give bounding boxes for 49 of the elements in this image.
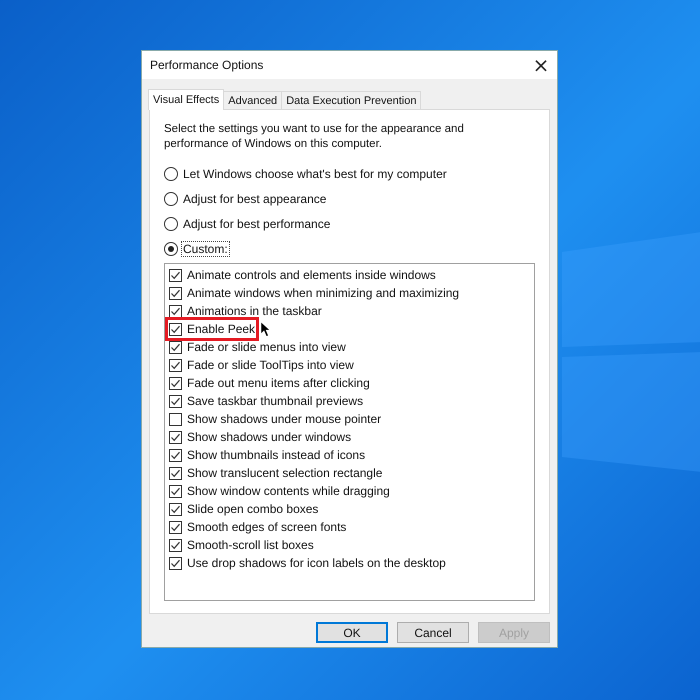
radio-label[interactable]: Let Windows choose what's best for my computer <box>181 166 449 182</box>
radio-label[interactable]: Adjust for best appearance <box>181 191 328 207</box>
checkbox[interactable] <box>169 556 182 570</box>
close-button[interactable]: × <box>525 51 557 79</box>
radio-label[interactable]: Custom: <box>181 241 230 257</box>
checkbox[interactable] <box>169 430 182 444</box>
checkbox-label[interactable]: Smooth edges of screen fonts <box>187 520 346 534</box>
checkbox-label[interactable]: Show translucent selection rectangle <box>187 466 382 480</box>
checkbox[interactable] <box>169 394 182 408</box>
tab[interactable]: Visual Effects <box>148 89 224 110</box>
checkbox[interactable] <box>169 268 182 282</box>
checkbox[interactable] <box>169 520 182 534</box>
dialog-button[interactable]: OK <box>316 622 388 643</box>
checkbox[interactable] <box>169 286 182 300</box>
checkbox[interactable] <box>169 448 182 462</box>
checkbox-label[interactable]: Fade out menu items after clicking <box>187 376 370 390</box>
checkbox[interactable] <box>169 502 182 516</box>
radio-button[interactable] <box>164 242 178 256</box>
tab[interactable]: Data Execution Prevention <box>281 91 422 109</box>
checkbox[interactable] <box>169 538 182 552</box>
checkbox[interactable] <box>169 412 182 426</box>
checkbox-label[interactable]: Animate controls and elements inside windows <box>187 268 436 282</box>
checkbox-label[interactable]: Smooth-scroll list boxes <box>187 538 314 552</box>
checkbox[interactable] <box>169 358 182 372</box>
checkbox-label[interactable]: Show thumbnails instead of icons <box>187 448 366 462</box>
checkbox[interactable] <box>169 340 182 354</box>
radio-button[interactable] <box>164 167 178 181</box>
checkbox-label[interactable]: Enable Peek <box>187 322 256 336</box>
checkbox-label[interactable]: Fade or slide ToolTips into view <box>187 358 354 372</box>
checkbox[interactable] <box>169 466 182 480</box>
checkbox[interactable] <box>169 304 182 318</box>
checkbox-label[interactable]: Animations in the taskbar <box>187 304 322 318</box>
checkbox[interactable] <box>169 484 182 498</box>
radio-label[interactable]: Adjust for best performance <box>181 216 332 232</box>
checkbox-label[interactable]: Show window contents while dragging <box>187 484 390 498</box>
checkbox-label[interactable]: Fade or slide menus into view <box>187 340 346 354</box>
checkbox-label[interactable]: Show shadows under windows <box>187 430 352 444</box>
checkbox[interactable] <box>169 376 182 390</box>
window-title: Performance Options <box>150 58 264 72</box>
checkbox-label[interactable]: Animate windows when minimizing and maximizing <box>187 286 460 300</box>
checkbox-label[interactable]: Use drop shadows for icon labels on the desktop <box>187 556 446 570</box>
checkbox[interactable] <box>169 322 182 336</box>
checkbox-label[interactable]: Save taskbar thumbnail previews <box>187 394 364 408</box>
description-text: Select the settings you want to use for the appearance and performance of Windows on this computer. <box>164 122 465 152</box>
checkbox-label[interactable]: Slide open combo boxes <box>187 502 318 516</box>
dialog-button[interactable]: Cancel <box>397 622 469 643</box>
radio-button[interactable] <box>164 217 178 231</box>
radio-button[interactable] <box>164 192 178 206</box>
checkbox-label[interactable]: Show shadows under mouse pointer <box>187 412 382 426</box>
